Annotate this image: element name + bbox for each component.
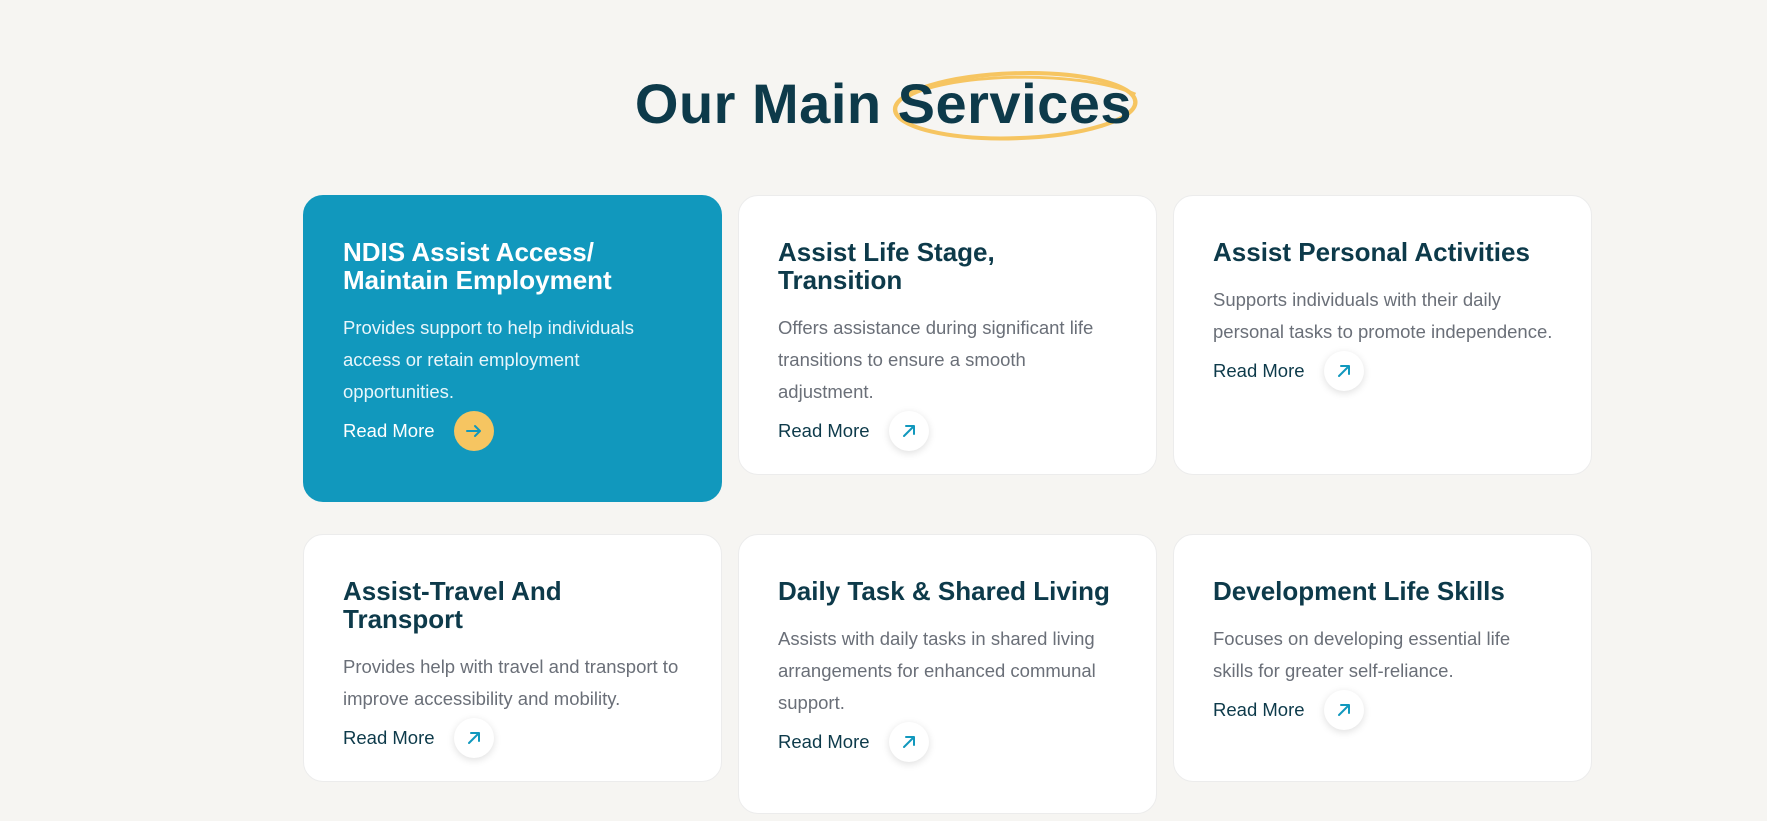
service-card-title: Daily Task & Shared Living [778, 576, 1110, 606]
service-card-shared-living: Daily Task & Shared Living Assists with … [738, 534, 1157, 814]
service-card-description: Provides support to help individuals acc… [343, 317, 635, 402]
read-more-label: Read More [1213, 699, 1305, 720]
service-card-title: NDIS Assist Access/ Maintain Employment [343, 237, 612, 295]
arrow-up-right-icon[interactable] [1323, 690, 1364, 730]
read-more-label: Read More [343, 420, 435, 441]
arrow-up-right-icon[interactable] [888, 722, 929, 762]
arrow-right-icon[interactable] [453, 411, 494, 451]
service-card-description: Provides help with travel and transport … [343, 656, 679, 709]
read-more-link[interactable]: Read More [343, 411, 494, 451]
service-card-title: Assist Life Stage, Transition [778, 237, 995, 295]
read-more-label: Read More [343, 727, 435, 748]
service-card-life-skills: Development Life Skills Focuses on devel… [1173, 534, 1592, 782]
section-header: Our Main Services [0, 70, 1767, 141]
arrow-up-right-icon[interactable] [1323, 351, 1364, 391]
service-card-description: Assists with daily tasks in shared livin… [778, 628, 1096, 713]
read-more-label: Read More [1213, 360, 1305, 381]
read-more-label: Read More [778, 420, 870, 441]
service-card-ndis-employment: NDIS Assist Access/ Maintain Employment … [303, 195, 722, 502]
section-title-highlight-text: Services [897, 72, 1133, 135]
read-more-link[interactable]: Read More [1213, 351, 1364, 391]
arrow-up-right-icon[interactable] [453, 718, 494, 758]
section-title-highlight: Services [892, 70, 1138, 141]
arrow-up-right-icon[interactable] [888, 411, 929, 451]
service-card-title: Development Life Skills [1213, 576, 1505, 606]
read-more-link[interactable]: Read More [343, 718, 494, 758]
service-card-description: Focuses on developing essential life ski… [1213, 628, 1511, 681]
service-card-personal-activities: Assist Personal Activities Supports indi… [1173, 195, 1592, 475]
read-more-label: Read More [778, 731, 870, 752]
service-card-travel-transport: Assist-Travel And Transport Provides hel… [303, 534, 722, 782]
service-card-life-stage: Assist Life Stage, Transition Offers ass… [738, 195, 1157, 475]
section-title-prefix: Our Main [634, 72, 898, 135]
read-more-link[interactable]: Read More [778, 411, 929, 451]
service-card-title: Assist-Travel And Transport [343, 576, 562, 634]
service-card-title: Assist Personal Activities [1213, 237, 1530, 267]
read-more-link[interactable]: Read More [778, 722, 929, 762]
service-card-description: Offers assistance during significant lif… [778, 317, 1094, 402]
read-more-link[interactable]: Read More [1213, 690, 1364, 730]
section-title: Our Main Services [634, 70, 1138, 141]
service-card-description: Supports individuals with their daily pe… [1213, 289, 1553, 342]
